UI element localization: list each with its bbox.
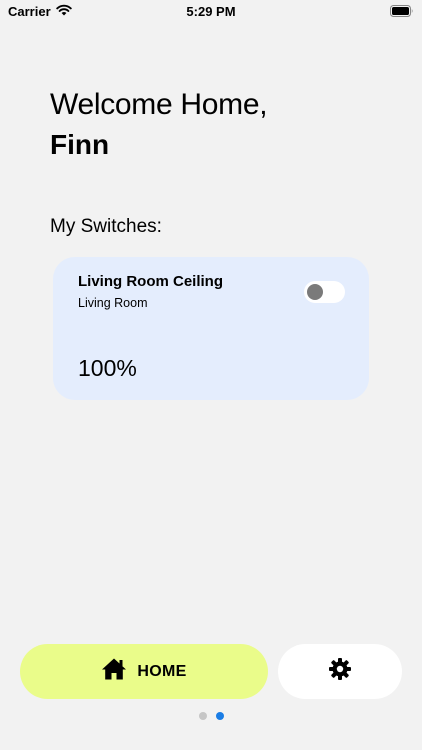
settings-tab-button[interactable] <box>278 644 402 699</box>
welcome-heading: Welcome Home, <box>50 88 268 121</box>
switch-toggle[interactable] <box>304 281 345 303</box>
home-tab-button[interactable]: HOME <box>20 644 268 699</box>
home-tab-label: HOME <box>137 662 187 680</box>
page-indicator[interactable] <box>0 712 422 720</box>
page-dot-2[interactable] <box>215 712 224 720</box>
page-dot-1[interactable] <box>198 712 207 720</box>
status-time: 5:29 PM <box>186 4 236 19</box>
toggle-knob <box>307 284 323 300</box>
switch-name: Living Room Ceiling <box>78 273 223 290</box>
gear-icon <box>328 657 352 686</box>
switch-level: 100% <box>78 355 137 381</box>
switch-card[interactable]: Living Room Ceiling Living Room 100% <box>53 257 369 400</box>
user-name: Finn <box>50 129 110 160</box>
switch-room: Living Room <box>78 296 148 310</box>
app-screen: Carrier 5:29 PM Welcome Home, Finn My Sw… <box>0 0 422 750</box>
switches-section-title: My Switches: <box>50 216 162 237</box>
battery-icon <box>390 5 414 20</box>
status-bar: Carrier 5:29 PM <box>0 0 422 24</box>
house-icon <box>101 657 127 686</box>
